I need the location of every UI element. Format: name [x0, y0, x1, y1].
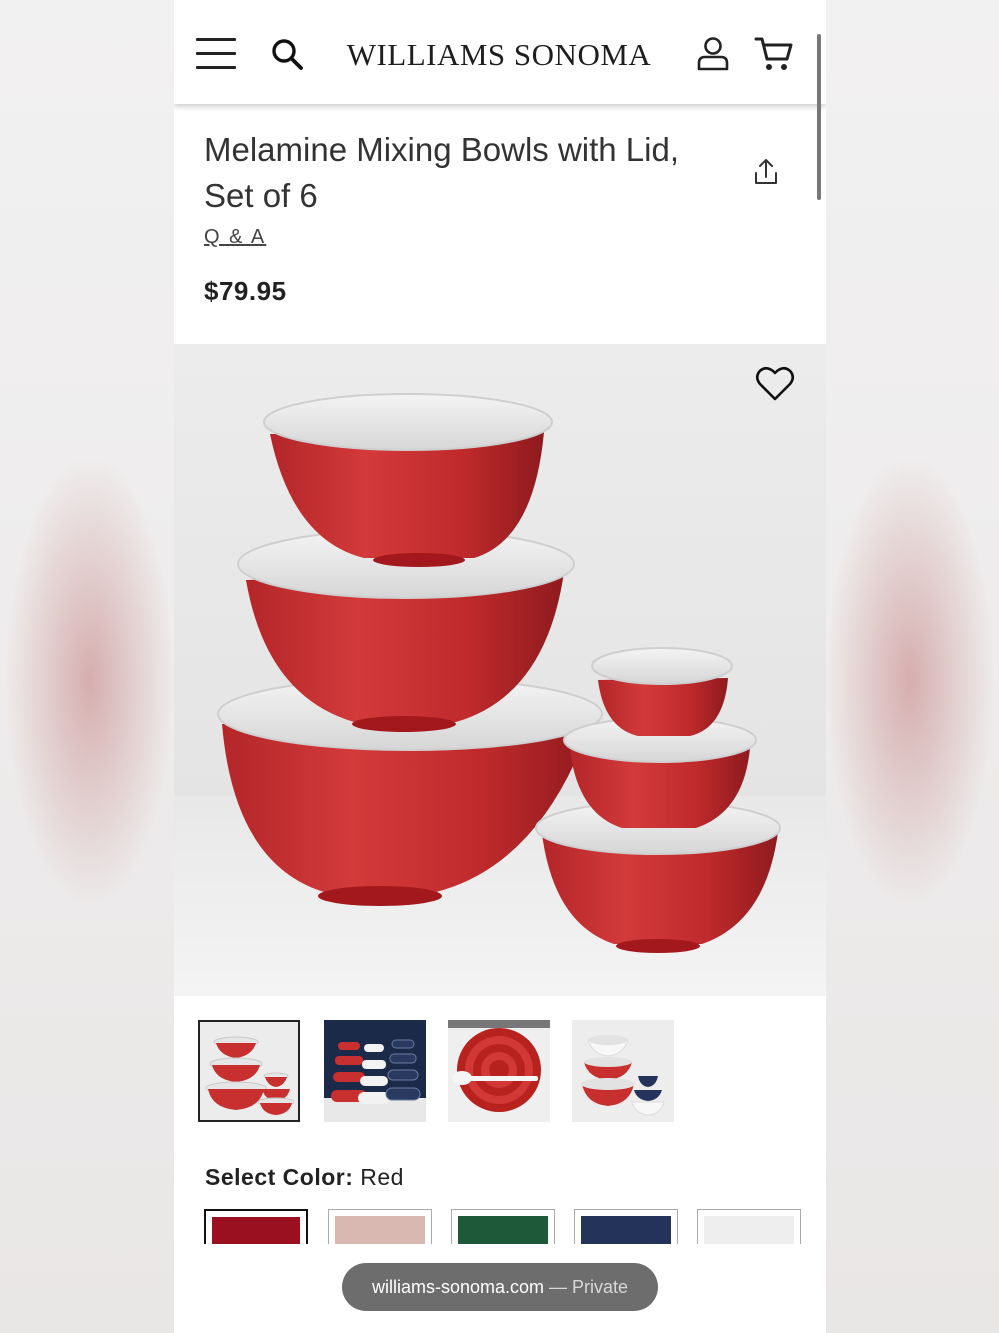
product-title: Melamine Mixing Bowls with Lid, Set of 6	[204, 127, 704, 219]
hamburger-menu-icon[interactable]	[196, 38, 236, 70]
color-select-label: Select Color: Red	[205, 1164, 404, 1191]
thumbnail-nested-red-bowls-with-spatula[interactable]	[448, 1020, 550, 1122]
selected-color-value: Red	[360, 1164, 404, 1190]
shopping-cart-icon[interactable]	[754, 35, 796, 73]
swatch-green[interactable]	[451, 1209, 555, 1249]
browser-url: williams-sonoma.com	[371, 1277, 544, 1297]
search-icon[interactable]	[270, 37, 304, 71]
thumbnail-white-red-navy-bowls[interactable]	[572, 1020, 674, 1122]
site-header: WILLIAMS SONOMA	[174, 0, 826, 104]
swatch-navy[interactable]	[574, 1209, 678, 1249]
browser-viewport: WILLIAMS SONOMA Melamine Mixing Bowls wi…	[174, 0, 826, 1333]
product-title-line1: Melamine Mixing Bowls with Lid,	[204, 131, 680, 168]
product-title-line2: Set of 6	[204, 177, 318, 214]
brand-logo[interactable]: WILLIAMS SONOMA	[344, 37, 654, 73]
qa-link[interactable]: Q & A	[204, 226, 266, 249]
product-price: $79.95	[204, 276, 287, 306]
share-icon[interactable]	[750, 156, 782, 188]
thumbnail-assorted-colors-stacks[interactable]	[324, 1020, 426, 1122]
heart-icon[interactable]	[755, 366, 795, 402]
user-account-icon[interactable]	[695, 36, 731, 72]
color-swatches	[204, 1209, 804, 1249]
swatch-red[interactable]	[204, 1209, 308, 1249]
browser-private-mode: — Private	[549, 1277, 629, 1297]
browser-address-pill[interactable]: williams-sonoma.com — Private	[342, 1263, 658, 1311]
swatch-white[interactable]	[697, 1209, 801, 1249]
thumbnail-red-bowls-stacked[interactable]	[198, 1020, 300, 1122]
swatch-blush[interactable]	[328, 1209, 432, 1249]
color-select-prefix: Select Color:	[205, 1164, 354, 1190]
page-scrollbar[interactable]	[817, 34, 821, 200]
thumbnail-strip	[198, 1020, 798, 1126]
product-hero-image[interactable]	[174, 344, 826, 996]
